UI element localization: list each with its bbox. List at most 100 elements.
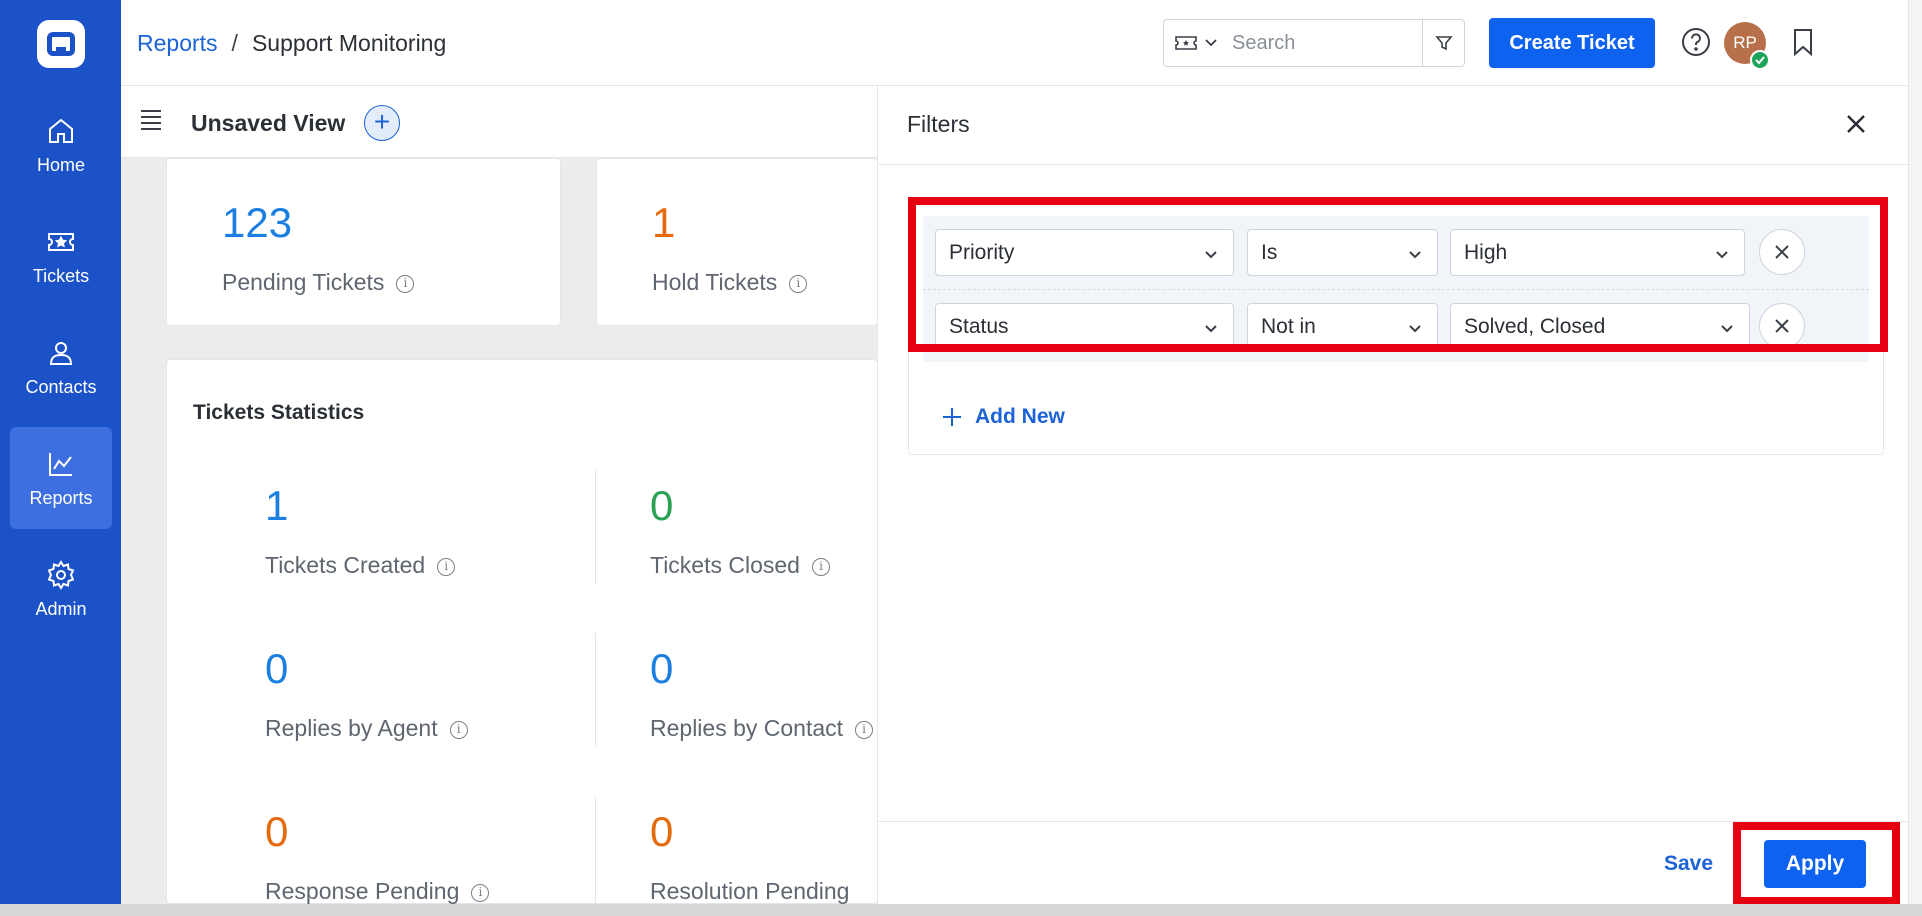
filter-rows: Priority Is High Status Not in Solved, C…	[923, 216, 1869, 362]
close-icon	[1775, 319, 1789, 333]
create-ticket-button[interactable]: Create Ticket	[1489, 18, 1655, 68]
remove-condition-button[interactable]	[1759, 229, 1805, 275]
apply-button[interactable]: Apply	[1764, 840, 1866, 888]
chevron-down-icon	[1714, 245, 1730, 261]
filter-value-select[interactable]: Solved, Closed	[1450, 303, 1750, 350]
info-icon[interactable]: i	[449, 720, 468, 739]
search-scope-select[interactable]	[1164, 20, 1228, 66]
chart-icon	[49, 452, 72, 476]
sidebar-item-reports[interactable]: Reports	[10, 427, 112, 529]
sidebar-item-admin[interactable]: Admin	[10, 538, 112, 640]
info-icon[interactable]: i	[855, 720, 874, 739]
filter-field-select[interactable]: Priority	[935, 229, 1234, 276]
tickets-created-label: Tickets Created i	[265, 552, 456, 579]
search-box: Search	[1163, 19, 1465, 67]
filter-operator-select[interactable]: Not in	[1247, 303, 1438, 350]
filter-field-select[interactable]: Status	[935, 303, 1234, 350]
close-button[interactable]	[1844, 112, 1868, 136]
filter-operator-value: Not in	[1261, 314, 1316, 338]
replies-by-agent-value: 0	[265, 645, 289, 692]
page-title: Support Monitoring	[251, 30, 447, 56]
replies-by-agent-label: Replies by Agent i	[265, 715, 468, 742]
tickets-closed-value: 0	[650, 482, 674, 529]
filter-field-value: Priority	[949, 240, 1015, 264]
search-filter-button[interactable]	[1422, 20, 1464, 66]
filter-conditions-box: Priority Is High Status Not in Solved, C…	[908, 201, 1884, 455]
filter-field-value: Status	[949, 314, 1009, 338]
chevron-down-icon	[1203, 245, 1219, 261]
info-icon[interactable]: i	[789, 274, 808, 293]
response-pending-value: 0	[265, 808, 289, 855]
bookmark-icon	[1794, 29, 1812, 57]
tickets-closed-label: Tickets Closed i	[650, 552, 830, 579]
top-bar: Reports / Support Monitoring Search Crea…	[121, 0, 1922, 86]
chevron-down-icon	[1203, 319, 1219, 335]
add-new-label: Add New	[975, 405, 1065, 428]
sidebar-item-label: Contacts	[25, 376, 97, 397]
summary-card-pending: 123 Pending Tickets i	[166, 158, 561, 326]
sidebar-item-contacts[interactable]: Contacts	[10, 316, 112, 418]
pending-tickets-value: 123	[222, 199, 293, 246]
resolution-pending-label: Resolution Pending	[650, 878, 850, 904]
chevron-down-icon	[1205, 39, 1217, 47]
section-title: Tickets Statistics	[193, 401, 365, 424]
ticket-icon	[48, 232, 74, 251]
filter-operator-select[interactable]: Is	[1247, 229, 1438, 276]
hold-tickets-value: 1	[652, 199, 676, 246]
add-view-button[interactable]: +	[364, 105, 400, 141]
sidebar-item-label: Tickets	[32, 265, 90, 286]
add-new-condition-button[interactable]: Add New	[941, 405, 1065, 429]
tickets-created-value: 1	[265, 482, 289, 529]
replies-by-contact-label: Replies by Contact i	[650, 715, 874, 742]
filter-value-text: Solved, Closed	[1464, 314, 1606, 338]
help-icon	[1682, 28, 1710, 56]
check-icon	[1755, 56, 1765, 65]
sidebar-item-label: Home	[36, 154, 85, 175]
ticket-icon	[1175, 36, 1197, 50]
remove-condition-button[interactable]	[1759, 303, 1805, 349]
gear-icon	[47, 559, 75, 590]
view-title: Unsaved View	[191, 110, 346, 136]
hold-tickets-label: Hold Tickets i	[652, 269, 808, 296]
help-button[interactable]	[1680, 26, 1712, 58]
online-status-badge	[1750, 50, 1770, 70]
save-button[interactable]: Save	[1664, 852, 1713, 876]
filters-title: Filters	[907, 111, 970, 137]
filter-row: Priority Is High	[923, 216, 1869, 289]
filters-header: Filters	[878, 86, 1908, 165]
sidebar-item-tickets[interactable]: Tickets	[10, 205, 112, 307]
sidebar-item-label: Reports	[29, 487, 93, 508]
response-pending-label: Response Pending i	[265, 878, 490, 905]
menu-icon[interactable]	[141, 110, 161, 130]
breadcrumb-link-reports[interactable]: Reports	[137, 30, 218, 57]
breadcrumb-separator: /	[231, 30, 238, 56]
scrollbar-track[interactable]	[1908, 0, 1922, 904]
summary-card-hold: 1 Hold Tickets i	[596, 158, 877, 326]
sidebar-item-label: Admin	[35, 598, 87, 619]
app-logo[interactable]	[37, 20, 85, 68]
replies-by-contact-value: 0	[650, 645, 674, 692]
chevron-down-icon	[1407, 319, 1423, 335]
filters-panel: Filters Priority Is High Status Not in S…	[877, 86, 1908, 905]
window-bottom-edge	[0, 904, 1922, 916]
filter-icon	[1434, 36, 1453, 51]
breadcrumb: Reports / Support Monitoring	[137, 30, 446, 57]
info-icon[interactable]: i	[396, 274, 415, 293]
person-icon	[49, 341, 73, 365]
pending-tickets-label: Pending Tickets i	[222, 269, 415, 296]
close-icon	[1775, 245, 1789, 259]
info-icon[interactable]: i	[471, 883, 490, 902]
search-input[interactable]: Search	[1228, 32, 1422, 55]
sidebar-item-home[interactable]: Home	[10, 94, 112, 196]
filter-row: Status Not in Solved, Closed	[923, 289, 1869, 362]
chevron-down-icon	[1407, 245, 1423, 261]
bookmark-button[interactable]	[1787, 26, 1819, 58]
sidebar: Home Tickets Contacts Reports Admin	[0, 0, 121, 904]
info-icon[interactable]: i	[811, 557, 830, 576]
info-icon[interactable]: i	[437, 557, 456, 576]
plus-icon	[943, 408, 961, 426]
close-icon	[1847, 115, 1865, 133]
filters-footer: Save Apply	[878, 821, 1908, 905]
resolution-pending-value: 0	[650, 808, 674, 855]
filter-value-select[interactable]: High	[1450, 229, 1745, 276]
